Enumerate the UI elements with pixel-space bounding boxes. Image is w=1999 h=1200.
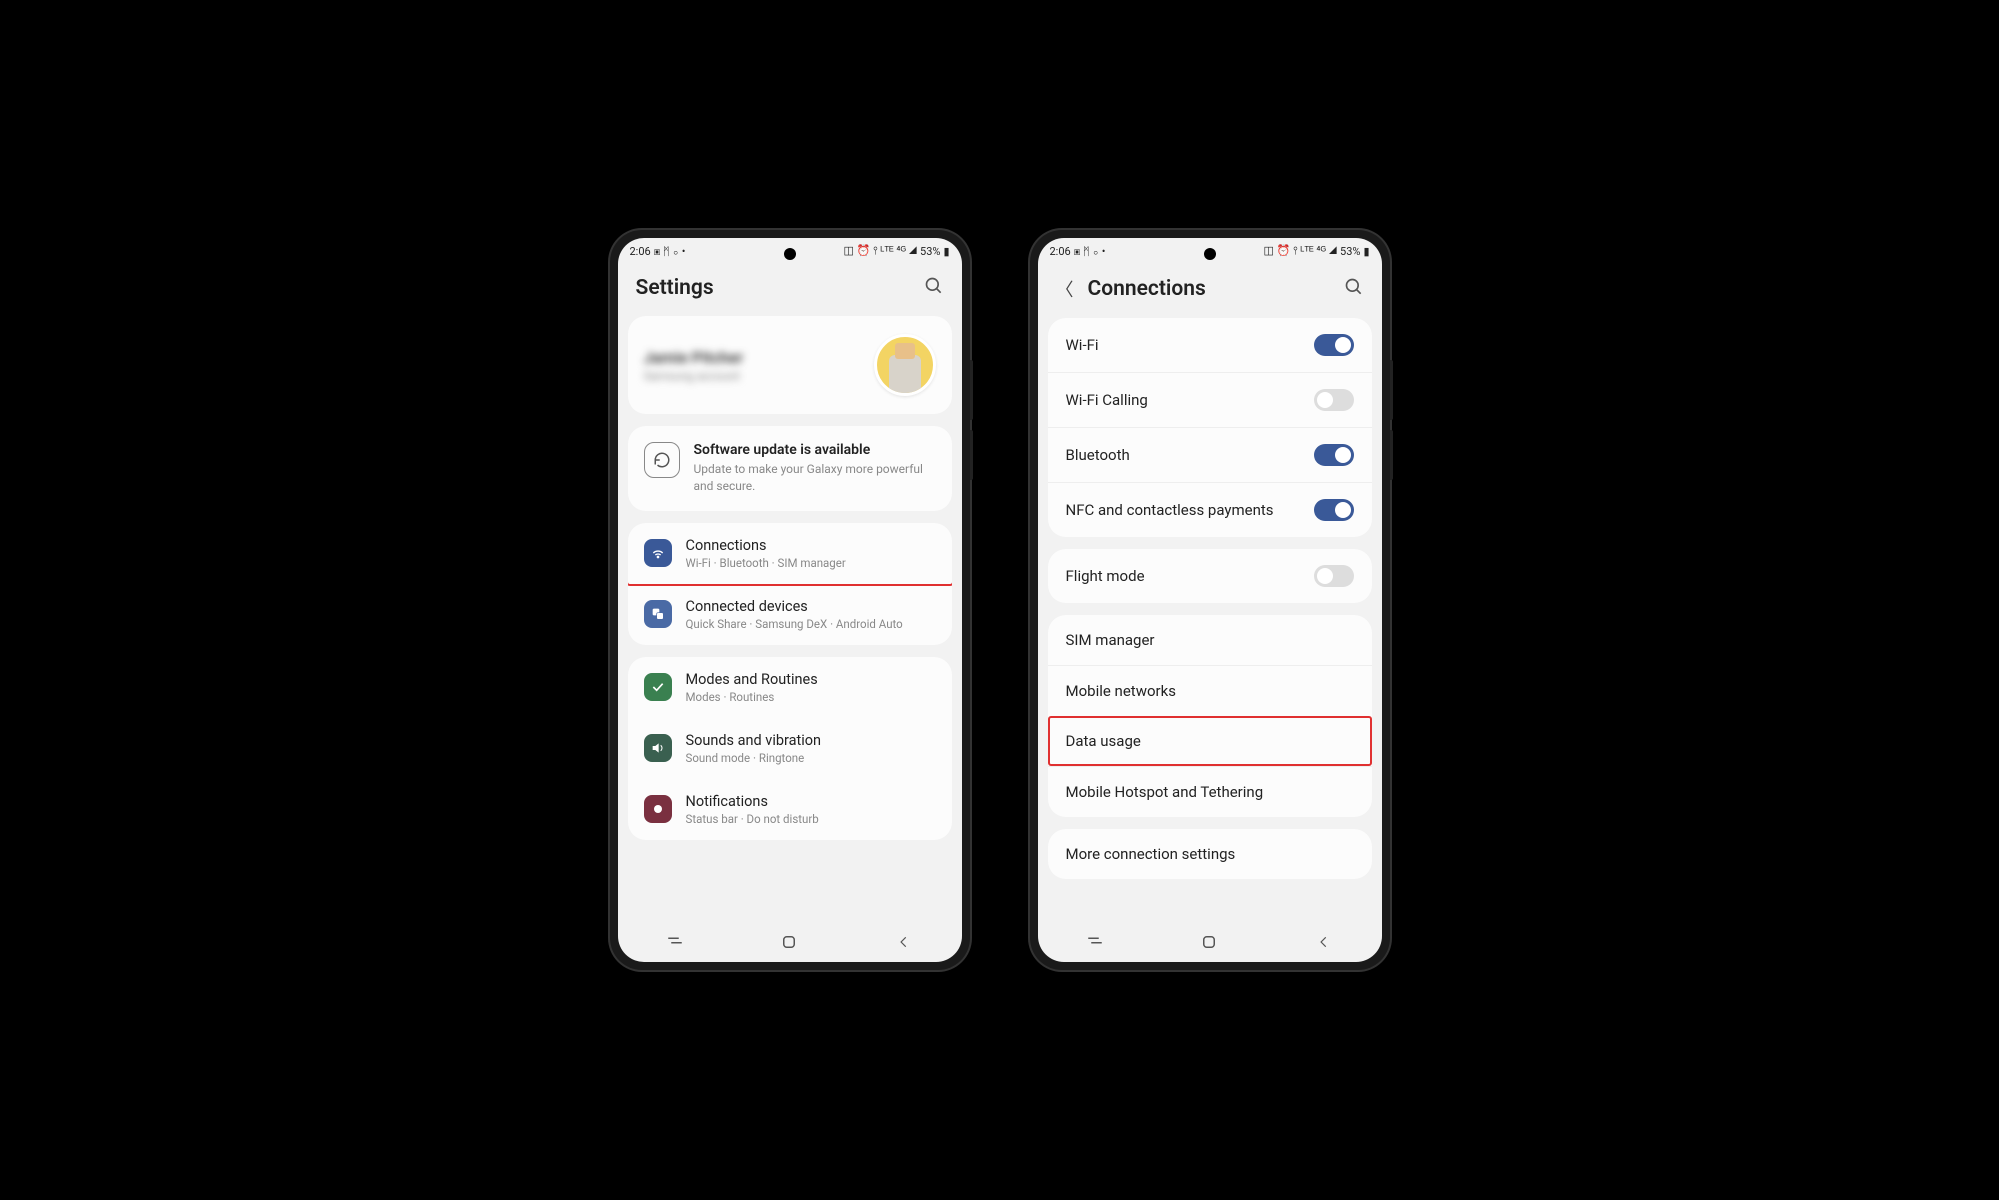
search-icon[interactable] bbox=[1344, 277, 1364, 301]
screen-connections: 2:06 ▣ ᛗ ⚬ • ◫ ⏰ ⫯ ᴸᵀᴱ ⁴ᴳ ◢ 53% ▮ 〈 Conn… bbox=[1038, 238, 1382, 962]
recent-button[interactable] bbox=[663, 932, 687, 952]
camera-cutout bbox=[784, 248, 796, 260]
profile-subtitle: Samsung account bbox=[644, 369, 874, 383]
status-icons-right: ◫ ⏰ ⫯ ᴸᵀᴱ ⁴ᴳ ◢ bbox=[1263, 244, 1337, 258]
settings-header: Settings bbox=[618, 260, 962, 316]
side-button bbox=[1390, 360, 1393, 420]
bluetooth-item[interactable]: Bluetooth bbox=[1048, 427, 1372, 482]
status-icons-left: ▣ ᛗ ⚬ • bbox=[1074, 245, 1106, 258]
side-button bbox=[1390, 430, 1393, 480]
devices-icon bbox=[644, 600, 672, 628]
phone-right: 2:06 ▣ ᛗ ⚬ • ◫ ⏰ ⫯ ᴸᵀᴱ ⁴ᴳ ◢ 53% ▮ 〈 Conn… bbox=[1030, 230, 1390, 970]
sound-icon bbox=[644, 734, 672, 762]
recent-button[interactable] bbox=[1083, 932, 1107, 952]
flight-mode-item[interactable]: Flight mode bbox=[1048, 549, 1372, 603]
nav-bar bbox=[1038, 922, 1382, 962]
avatar[interactable] bbox=[874, 334, 936, 396]
connections-group-3: SIM manager Mobile networks Data usage M… bbox=[1048, 615, 1372, 817]
profile-name: Jamie Pitcher bbox=[644, 348, 874, 367]
status-battery: 53% bbox=[920, 245, 940, 258]
setting-title: Modes and Routines bbox=[686, 671, 936, 688]
back-button[interactable] bbox=[892, 932, 916, 952]
modes-icon bbox=[644, 673, 672, 701]
wifi-calling-toggle[interactable] bbox=[1314, 389, 1354, 411]
setting-desc: Status bar · Do not disturb bbox=[686, 812, 936, 826]
screen-settings: 2:06 ▣ ᛗ ⚬ • ◫ ⏰ ⫯ ᴸᵀᴱ ⁴ᴳ ◢ 53% ▮ Settin… bbox=[618, 238, 962, 962]
settings-group-2: Modes and Routines Modes · Routines Soun… bbox=[628, 657, 952, 840]
status-icons-right: ◫ ⏰ ⫯ ᴸᵀᴱ ⁴ᴳ ◢ bbox=[843, 244, 917, 258]
side-button bbox=[970, 360, 973, 420]
data-usage-item[interactable]: Data usage bbox=[1048, 716, 1372, 766]
conn-label: More connection settings bbox=[1066, 845, 1236, 863]
setting-desc: Quick Share · Samsung DeX · Android Auto bbox=[686, 617, 936, 631]
status-battery: 53% bbox=[1340, 245, 1360, 258]
status-time: 2:06 bbox=[630, 245, 651, 258]
sounds-item[interactable]: Sounds and vibration Sound mode · Ringto… bbox=[628, 718, 952, 779]
side-button bbox=[970, 430, 973, 480]
setting-title: Sounds and vibration bbox=[686, 732, 936, 749]
notifications-item[interactable]: Notifications Status bar · Do not distur… bbox=[628, 779, 952, 840]
modes-item[interactable]: Modes and Routines Modes · Routines bbox=[628, 657, 952, 718]
wifi-toggle[interactable] bbox=[1314, 334, 1354, 356]
back-icon[interactable]: 〈 bbox=[1056, 276, 1074, 302]
mobile-networks-item[interactable]: Mobile networks bbox=[1048, 665, 1372, 716]
connected-devices-item[interactable]: Connected devices Quick Share · Samsung … bbox=[628, 584, 952, 645]
connections-header: 〈 Connections bbox=[1038, 260, 1382, 318]
conn-label: SIM manager bbox=[1066, 631, 1155, 649]
settings-content[interactable]: Jamie Pitcher Samsung account Software u… bbox=[618, 316, 962, 922]
page-title: Connections bbox=[1088, 277, 1206, 301]
camera-cutout bbox=[1204, 248, 1216, 260]
connections-group-4: More connection settings bbox=[1048, 829, 1372, 879]
sim-manager-item[interactable]: SIM manager bbox=[1048, 615, 1372, 665]
nfc-toggle[interactable] bbox=[1314, 499, 1354, 521]
software-update-card[interactable]: Software update is available Update to m… bbox=[628, 426, 952, 511]
home-button[interactable] bbox=[1197, 932, 1221, 952]
wifi-item[interactable]: Wi-Fi bbox=[1048, 318, 1372, 372]
setting-desc: Wi-Fi · Bluetooth · SIM manager bbox=[686, 556, 936, 570]
wifi-icon bbox=[644, 539, 672, 567]
setting-title: Notifications bbox=[686, 793, 936, 810]
conn-label: Flight mode bbox=[1066, 567, 1145, 585]
battery-icon: ▮ bbox=[943, 245, 949, 258]
notification-icon bbox=[644, 795, 672, 823]
connections-group-1: Wi-Fi Wi-Fi Calling Bluetooth NFC and co… bbox=[1048, 318, 1372, 537]
more-settings-item[interactable]: More connection settings bbox=[1048, 829, 1372, 879]
conn-label: Bluetooth bbox=[1066, 446, 1130, 464]
home-button[interactable] bbox=[777, 932, 801, 952]
conn-label: NFC and contactless payments bbox=[1066, 501, 1274, 519]
status-icons-left: ▣ ᛗ ⚬ • bbox=[654, 245, 686, 258]
update-description: Update to make your Galaxy more powerful… bbox=[694, 461, 936, 495]
status-time: 2:06 bbox=[1050, 245, 1071, 258]
wifi-calling-item[interactable]: Wi-Fi Calling bbox=[1048, 372, 1372, 427]
conn-label: Data usage bbox=[1066, 732, 1141, 750]
conn-label: Wi-Fi bbox=[1066, 336, 1099, 354]
setting-desc: Sound mode · Ringtone bbox=[686, 751, 936, 765]
back-button[interactable] bbox=[1312, 932, 1336, 952]
search-icon[interactable] bbox=[924, 276, 944, 300]
nfc-item[interactable]: NFC and contactless payments bbox=[1048, 482, 1372, 537]
conn-label: Mobile Hotspot and Tethering bbox=[1066, 783, 1264, 801]
settings-group-1: Connections Wi-Fi · Bluetooth · SIM mana… bbox=[628, 523, 952, 645]
update-title: Software update is available bbox=[694, 442, 936, 458]
page-title: Settings bbox=[636, 276, 714, 300]
connections-content[interactable]: Wi-Fi Wi-Fi Calling Bluetooth NFC and co… bbox=[1038, 318, 1382, 922]
nav-bar bbox=[618, 922, 962, 962]
hotspot-item[interactable]: Mobile Hotspot and Tethering bbox=[1048, 766, 1372, 817]
connections-group-2: Flight mode bbox=[1048, 549, 1372, 603]
setting-desc: Modes · Routines bbox=[686, 690, 936, 704]
conn-label: Mobile networks bbox=[1066, 682, 1176, 700]
bluetooth-toggle[interactable] bbox=[1314, 444, 1354, 466]
connections-item[interactable]: Connections Wi-Fi · Bluetooth · SIM mana… bbox=[628, 523, 952, 586]
phone-left: 2:06 ▣ ᛗ ⚬ • ◫ ⏰ ⫯ ᴸᵀᴱ ⁴ᴳ ◢ 53% ▮ Settin… bbox=[610, 230, 970, 970]
update-icon bbox=[644, 442, 680, 478]
flight-mode-toggle[interactable] bbox=[1314, 565, 1354, 587]
setting-title: Connections bbox=[686, 537, 936, 554]
setting-title: Connected devices bbox=[686, 598, 936, 615]
profile-card[interactable]: Jamie Pitcher Samsung account bbox=[628, 316, 952, 414]
conn-label: Wi-Fi Calling bbox=[1066, 391, 1148, 409]
battery-icon: ▮ bbox=[1363, 245, 1369, 258]
